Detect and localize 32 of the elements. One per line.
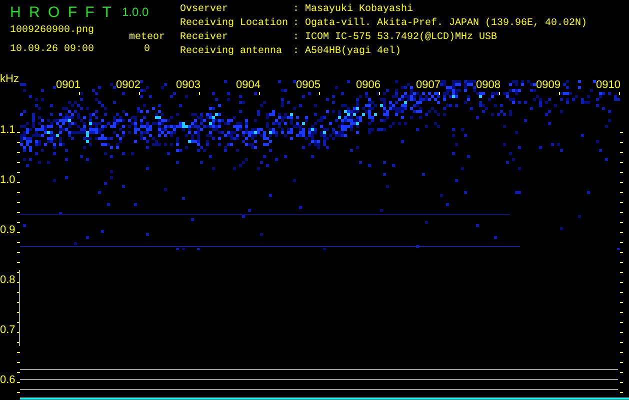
time-label: 0909 [536,79,560,92]
colon-separator: : [293,18,300,31]
frequency-label: 1.1 [0,124,16,136]
frequency-label: 0.9 [0,224,16,236]
time-label: 0907 [416,79,440,92]
info-label: Receiver [180,32,230,45]
app-title: H R O F F T [10,4,114,22]
colon-separator: : [293,32,300,45]
frequency-label: 0.7 [0,324,16,336]
colon-separator: : [293,46,300,59]
info-value: A504HB(yagi 4el) [305,46,402,59]
frequency-label: 0.8 [0,274,16,286]
frequency-label: 0.6 [0,374,16,386]
unit-label: kHz [0,73,19,85]
time-label: 0902 [116,79,140,92]
counter-label: meteor [128,31,165,42]
info-value: Masayuki Kobayashi [305,4,414,17]
frequency-label: 1.0 [0,174,16,186]
timestamp: 10.09.26 09:00 [10,43,96,56]
info-label: Receiving antenna [180,46,284,59]
time-label: 0906 [356,79,380,92]
time-label: 0903 [176,79,200,92]
info-label: Receiving Location [180,18,290,31]
time-label: 0908 [476,79,500,92]
info-label: Ovserver [180,4,230,17]
meteor-count: 0 [144,43,150,56]
colon-separator: : [293,4,300,17]
time-label: 0910 [596,79,620,92]
file-name: 1009260900.png [10,24,96,38]
version-label: 1.0.0 [122,4,150,21]
info-value: ICOM IC-575 53.7492(@LCD)MHz USB [305,32,498,45]
info-value: Ogata-vill. Akita-Pref. JAPAN (139.96E, 40.02N) [305,18,588,31]
